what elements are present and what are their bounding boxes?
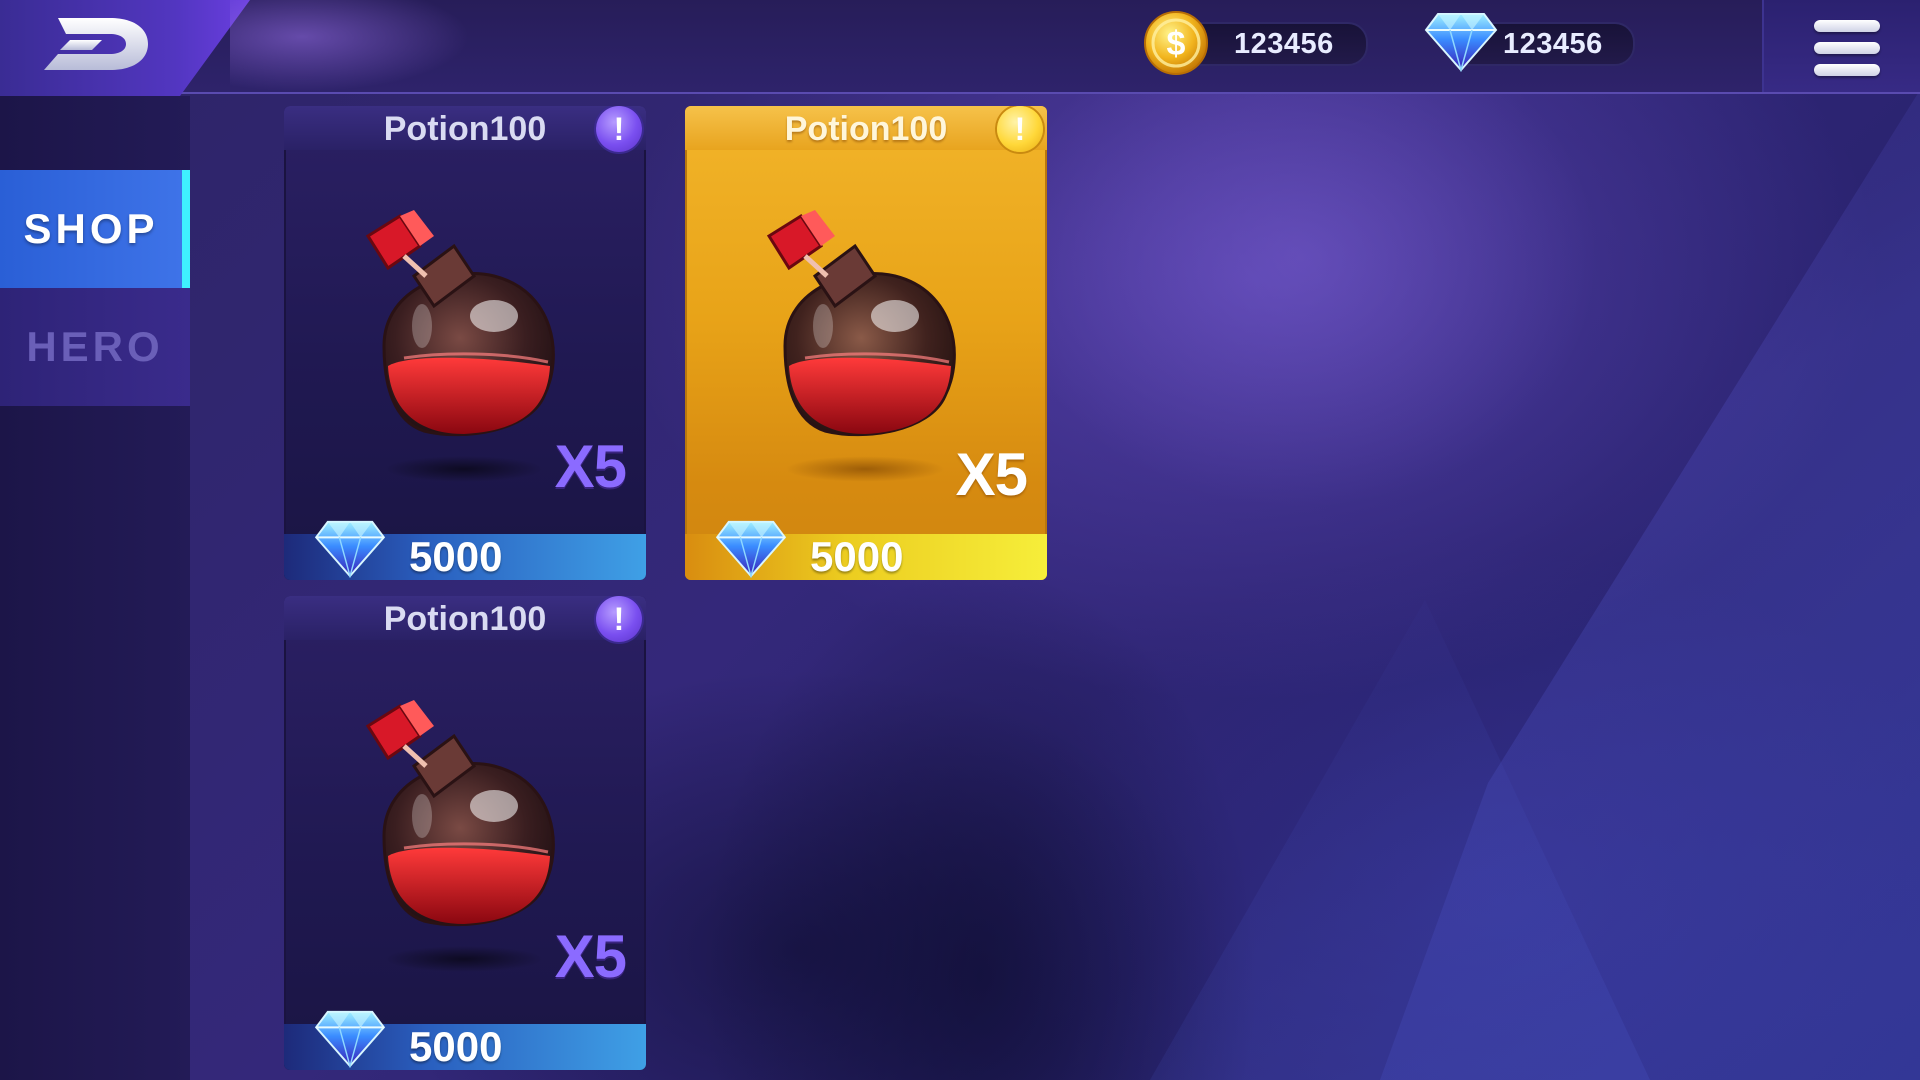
gem-icon <box>314 520 386 578</box>
gem-icon <box>715 520 787 578</box>
item-quantity: X5 <box>955 441 1028 508</box>
gem-amount: 123456 <box>1503 27 1603 60</box>
potion-icon <box>365 700 555 927</box>
coin-icon: $ <box>1144 11 1208 75</box>
item-title: Potion100 <box>383 600 547 638</box>
item-price: 5000 <box>409 1023 503 1070</box>
top-bar: 123456 $ 123456 <box>0 0 1920 96</box>
potion-icon <box>766 210 956 437</box>
menu-line <box>1814 42 1880 54</box>
item-quantity: X5 <box>554 433 627 500</box>
gem-icon <box>1424 13 1498 72</box>
potion-shadow <box>384 456 544 482</box>
potion-shadow <box>785 456 945 482</box>
shop-item-card[interactable]: Potion100 ! X5 5000 <box>284 106 646 580</box>
info-icon[interactable]: ! <box>997 106 1043 152</box>
shop-item-card-selected[interactable]: Potion100 ! X5 5000 <box>685 106 1047 580</box>
shop-item-card[interactable]: Potion100 ! X5 5000 <box>284 596 646 1070</box>
tab-shop-label: SHOP <box>23 205 159 252</box>
tab-hero[interactable]: HERO <box>0 288 190 406</box>
shop-grid: Potion100 ! X5 5000 Potion100 ! X5 5000 … <box>190 96 1920 1080</box>
potion-shadow <box>384 946 544 972</box>
item-price: 5000 <box>810 533 904 580</box>
side-navigation: SHOP HERO <box>0 96 190 1080</box>
logo-smoke <box>230 0 470 92</box>
svg-text:$: $ <box>1167 25 1186 63</box>
item-title: Potion100 <box>383 110 547 148</box>
gem-icon <box>314 1010 386 1068</box>
tab-shop[interactable]: SHOP <box>0 170 190 288</box>
item-title: Potion100 <box>784 110 948 148</box>
coin-amount: 123456 <box>1234 27 1334 60</box>
potion-icon <box>365 210 555 437</box>
item-price: 5000 <box>409 533 503 580</box>
menu-line <box>1814 64 1880 76</box>
tab-hero-label: HERO <box>26 323 164 370</box>
menu-button[interactable] <box>1762 0 1920 92</box>
menu-line <box>1814 20 1880 32</box>
item-quantity: X5 <box>554 923 627 990</box>
logo-panel <box>0 0 250 96</box>
info-icon[interactable]: ! <box>596 106 642 152</box>
info-icon[interactable]: ! <box>596 596 642 642</box>
game-logo-icon <box>44 18 148 70</box>
